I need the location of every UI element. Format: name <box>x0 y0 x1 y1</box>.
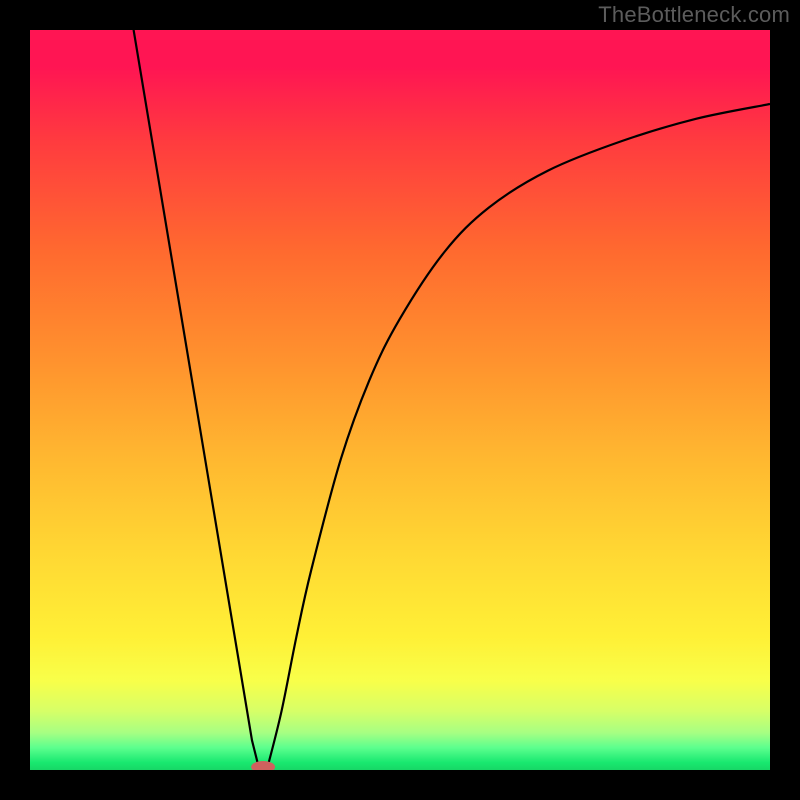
curve-layer <box>30 30 770 770</box>
watermark-text: TheBottleneck.com <box>598 2 790 28</box>
minimum-marker <box>251 761 275 770</box>
bottleneck-curve <box>134 30 770 770</box>
plot-area <box>30 30 770 770</box>
chart-frame: TheBottleneck.com <box>0 0 800 800</box>
